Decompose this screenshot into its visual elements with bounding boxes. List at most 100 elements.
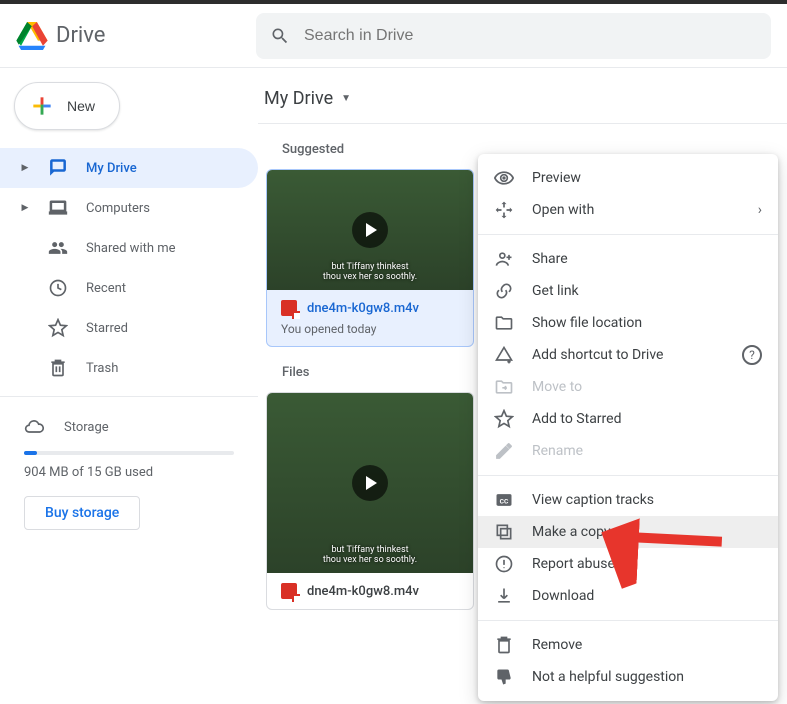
sidebar-item-computers[interactable]: ▶ Computers [0, 188, 258, 228]
dropdown-caret-icon: ▼ [341, 93, 351, 104]
sidebar-item-label: Shared with me [86, 241, 176, 256]
location-breadcrumb[interactable]: My Drive ▼ [258, 82, 787, 124]
storage-section: Storage 904 MB of 15 GB used Buy storage [0, 405, 258, 530]
video-file-icon [281, 300, 297, 316]
suggested-card[interactable]: but Tiffany thinkest thou vex her so soo… [266, 169, 474, 347]
sidebar-item-shared[interactable]: Shared with me [0, 228, 258, 268]
app-header: Drive [0, 4, 787, 68]
drive-logo[interactable]: Drive [16, 22, 236, 50]
expand-icon[interactable]: ▶ [22, 203, 29, 213]
clock-icon [48, 278, 68, 298]
sidebar-item-label: Recent [86, 281, 126, 296]
ctx-show-location[interactable]: Show file location [478, 307, 778, 339]
chevron-right-icon: › [758, 202, 762, 218]
ctx-captions[interactable]: CC View caption tracks [478, 484, 778, 516]
ctx-label: Not a helpful suggestion [532, 669, 684, 685]
ctx-get-link[interactable]: Get link [478, 275, 778, 307]
pencil-icon [494, 441, 514, 461]
file-card[interactable]: but Tiffany thinkest thou vex her so soo… [266, 392, 474, 610]
ctx-label: Add shortcut to Drive [532, 347, 663, 363]
buy-storage-button[interactable]: Buy storage [24, 496, 140, 530]
ctx-share[interactable]: Share [478, 243, 778, 275]
move-icon [494, 377, 514, 397]
ctx-label: Move to [532, 379, 582, 395]
download-icon [494, 586, 514, 606]
svg-text:CC: CC [500, 497, 509, 505]
cc-icon: CC [494, 490, 514, 510]
ctx-label: Report abuse [532, 556, 615, 572]
open-with-icon [494, 200, 514, 220]
trash-icon [48, 358, 68, 378]
ctx-label: Remove [532, 637, 582, 653]
ctx-label: View caption tracks [532, 492, 654, 508]
sidebar-item-my-drive[interactable]: ▶ My Drive [0, 148, 258, 188]
video-thumbnail: but Tiffany thinkest thou vex her so soo… [267, 170, 473, 290]
sidebar-item-starred[interactable]: Starred [0, 308, 258, 348]
video-caption: but Tiffany thinkest [323, 262, 417, 272]
search-bar[interactable] [256, 13, 771, 59]
ctx-remove[interactable]: Remove [478, 629, 778, 661]
video-caption: thou vex her so soothly. [323, 272, 417, 282]
new-button-label: New [67, 98, 95, 114]
file-title: dne4m-k0gw8.m4v [307, 584, 419, 599]
people-icon [48, 238, 68, 258]
ctx-label: Make a copy [532, 524, 611, 540]
context-menu: Preview Open with › Share Get link Show … [478, 154, 778, 701]
video-caption: but Tiffany thinkest [323, 545, 417, 555]
link-icon [494, 281, 514, 301]
location-label: My Drive [264, 88, 333, 109]
storage-usage: 904 MB of 15 GB used [24, 465, 234, 480]
drive-logo-icon [16, 22, 48, 50]
ctx-preview[interactable]: Preview [478, 162, 778, 194]
ctx-label: Share [532, 251, 568, 267]
plus-icon [29, 93, 55, 119]
file-subtitle: You opened today [281, 322, 459, 336]
thumb-down-icon [494, 667, 514, 687]
sidebar-item-label: Computers [86, 201, 150, 216]
video-file-icon [281, 583, 297, 599]
ctx-label: Download [532, 588, 594, 604]
sidebar-item-label: Trash [86, 361, 118, 376]
play-icon [352, 465, 388, 501]
sidebar-item-trash[interactable]: Trash [0, 348, 258, 388]
new-button[interactable]: New [14, 82, 120, 130]
star-icon [48, 318, 68, 338]
shortcut-icon [494, 345, 514, 365]
ctx-move-to: Move to [478, 371, 778, 403]
video-caption: thou vex her so soothly. [323, 555, 417, 565]
sidebar-item-recent[interactable]: Recent [0, 268, 258, 308]
search-icon [270, 26, 290, 46]
folder-icon [494, 313, 514, 333]
person-add-icon [494, 249, 514, 269]
copy-icon [494, 522, 514, 542]
video-thumbnail: but Tiffany thinkest thou vex her so soo… [267, 393, 473, 573]
play-icon [352, 212, 388, 248]
ctx-not-helpful[interactable]: Not a helpful suggestion [478, 661, 778, 693]
computers-icon [48, 198, 68, 218]
ctx-open-with[interactable]: Open with › [478, 194, 778, 226]
sidebar-item-label: My Drive [86, 161, 137, 176]
search-input[interactable] [304, 27, 757, 45]
ctx-add-starred[interactable]: Add to Starred [478, 403, 778, 435]
alert-icon [494, 554, 514, 574]
cloud-icon [24, 417, 44, 437]
sidebar-item-label: Starred [86, 321, 128, 336]
ctx-label: Rename [532, 443, 583, 459]
sidebar: New ▶ My Drive ▶ Computers Shared with m… [0, 68, 258, 704]
ctx-label: Open with [532, 202, 594, 218]
file-title: dne4m-k0gw8.m4v [307, 301, 419, 316]
expand-icon[interactable]: ▶ [22, 163, 29, 173]
ctx-label: Show file location [532, 315, 642, 331]
sidebar-item-storage[interactable]: Storage [24, 417, 234, 437]
trash-icon [494, 635, 514, 655]
ctx-label: Add to Starred [532, 411, 621, 427]
app-name: Drive [56, 23, 105, 48]
ctx-add-shortcut[interactable]: Add shortcut to Drive ? [478, 339, 778, 371]
ctx-label: Get link [532, 283, 579, 299]
my-drive-icon [48, 158, 68, 178]
storage-label: Storage [64, 420, 109, 435]
help-icon[interactable]: ? [742, 345, 762, 365]
ctx-label: Preview [532, 170, 581, 186]
eye-icon [494, 168, 514, 188]
storage-meter [24, 451, 234, 455]
